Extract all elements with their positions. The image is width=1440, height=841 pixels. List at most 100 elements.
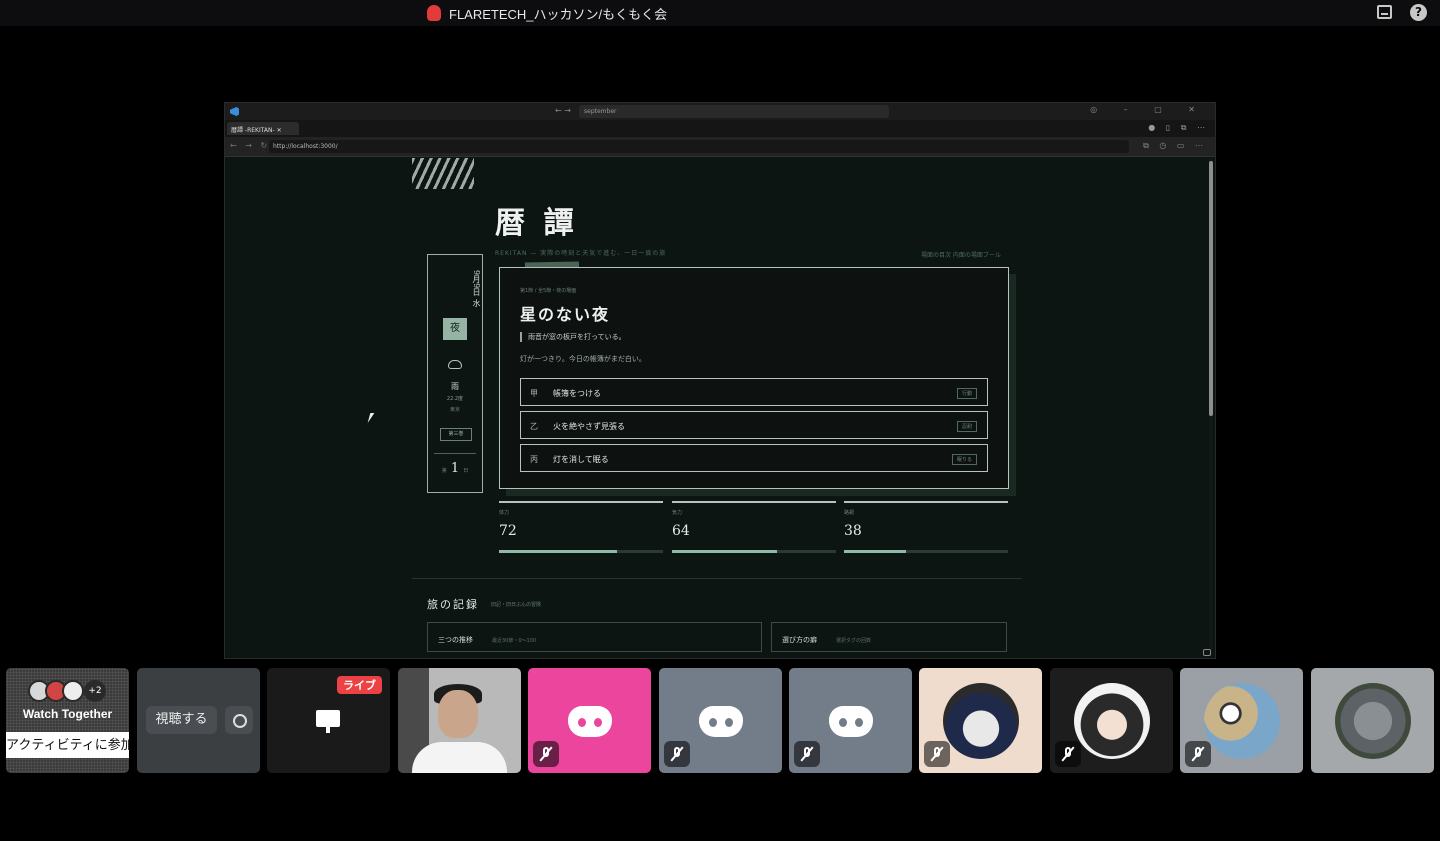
stat-stamina: 体力 72 (499, 501, 663, 553)
participant-shirt (412, 742, 507, 773)
day-side-card: 9月9日 水 夜 雨 22.2度 東京 第三巻 第 1 日 (427, 254, 483, 493)
page-scrollbar[interactable] (1209, 159, 1213, 649)
koala-avatar (1335, 683, 1411, 759)
choice-button[interactable]: 丙 灯を消して眠る 眠りる (520, 444, 988, 472)
section-divider (412, 578, 1022, 579)
stat-label: 気力 (672, 510, 683, 516)
avatar (62, 680, 84, 702)
participant-tile[interactable] (659, 668, 782, 773)
stat-label: 路銀 (844, 510, 855, 516)
discord-avatar-icon (829, 706, 873, 737)
choice-label: 火を絶やさず見張る (553, 422, 625, 431)
scene-card: 第1節 / 全5節・夜の場面 星のない夜 雨音が窓の板戸を打っている。 灯が一つ… (499, 267, 1009, 489)
tab-actions[interactable]: ● ▯ ⧉ ⋯ (1148, 123, 1209, 133)
log-card-title: 三つの推移 (438, 636, 473, 644)
time-of-day-badge: 夜 (443, 318, 467, 340)
weather-label: 雨 (451, 382, 459, 391)
stat-bar (844, 550, 1008, 553)
stat-bar-fill (844, 550, 907, 553)
join-activity-button[interactable]: アクティビティに参加 (6, 732, 129, 758)
mouse-cursor-icon (367, 413, 375, 423)
extra-count-badge: +2 (84, 680, 106, 702)
chapter-badge: 第三巻 (440, 428, 472, 441)
browser-nav-icons[interactable]: ← → ↻ (230, 141, 270, 150)
command-center[interactable]: september (579, 105, 889, 118)
watch-stream-button[interactable]: 視聴する (146, 706, 217, 734)
stat-bar (499, 550, 663, 553)
status-icon (1203, 649, 1211, 656)
stream-preview-tile[interactable]: 視聴する (137, 668, 260, 773)
eye (839, 718, 847, 727)
muted-mic-icon (1185, 741, 1211, 767)
choice-label: 灯を消して眠る (553, 455, 609, 464)
log-subtitle: 旧記・旧日ぶんの冒険 (491, 602, 542, 608)
camera-tile[interactable] (398, 668, 521, 773)
scene-text-1: 雨音が窓の板戸を打っている。 (520, 332, 626, 342)
muted-mic-icon (533, 741, 559, 767)
eye (594, 718, 602, 727)
eye (725, 718, 733, 727)
choice-tag: 行動 (956, 388, 977, 399)
inbox-icon[interactable] (1377, 5, 1392, 19)
temperature-label: 22.2度 (446, 396, 464, 402)
participant-tile[interactable] (919, 668, 1042, 773)
screen-share-stream[interactable]: ← → september ◎ – ▢ ✕ 暦譚 -REKITAN- ✕ ● ▯… (224, 102, 1216, 659)
participant-tile[interactable] (789, 668, 912, 773)
flame-server-icon (427, 5, 441, 21)
place-label: 東京 (449, 407, 460, 413)
stat-value: 72 (499, 523, 517, 539)
participant-tile[interactable] (1050, 668, 1173, 773)
eye (855, 718, 863, 727)
add-stream-icon[interactable] (225, 706, 253, 734)
girl-avatar (1074, 683, 1150, 759)
scene-text-2: 灯が一つきり。今日の帳簿がまだ白い。 (520, 355, 646, 363)
discord-avatar-icon (568, 706, 612, 737)
live-stream-tile[interactable]: ライブ (267, 668, 390, 773)
stat-bar-fill (499, 550, 618, 553)
page-subtitle: REKITAN — 実際の時刻と天気で進む、一日一頁の旅 (495, 250, 667, 257)
activity-title: Watch Together (22, 707, 113, 721)
log-card-subtitle: 選択タグの回数 (836, 638, 872, 644)
browser-tab[interactable]: 暦譚 -REKITAN- ✕ (227, 122, 299, 135)
browser-url-bar: ← → ↻ http://localhost:3000/ ⧉ ◷ ▭ ⋯ (225, 137, 1215, 157)
choice-button[interactable]: 甲 帳簿をつける 行動 (520, 378, 988, 406)
page-subtitle-right: 場面の目次 内面の場面ブール (921, 252, 1001, 259)
vscode-icon (230, 107, 239, 116)
participant-face (438, 690, 478, 738)
nav-arrows-icon[interactable]: ← → (555, 106, 571, 115)
participant-tile[interactable] (1180, 668, 1303, 773)
vscode-titlebar: ← → september ◎ – ▢ ✕ (225, 103, 1215, 120)
web-page: 暦 譚 REKITAN — 実際の時刻と天気で進む、一日一頁の旅 場面の目次 内… (225, 158, 1209, 658)
decor-stripes (412, 158, 474, 189)
stat-value: 38 (844, 523, 862, 539)
log-card: 選び方の癖 選択タグの回数 (771, 622, 1007, 652)
choice-label: 帳簿をつける (553, 389, 601, 398)
stat-bar (672, 550, 836, 553)
choice-tag: 眠りる (951, 454, 977, 465)
watch-together-tile[interactable]: +2 Watch Together アクティビティに参加 (6, 668, 129, 773)
muted-mic-icon (1055, 741, 1081, 767)
window-titlebar: FLARETECH_ハッカソン/もくもく会 ? (0, 0, 1440, 26)
shark-avatar (943, 683, 1019, 759)
participant-tile[interactable] (528, 668, 651, 773)
discord-avatar-icon (699, 706, 743, 737)
live-badge: ライブ (337, 676, 382, 694)
log-card-subtitle: 最近30節・0〜100 (492, 638, 537, 644)
window-controls[interactable]: ◎ – ▢ ✕ (1090, 105, 1207, 114)
url-actions[interactable]: ⧉ ◷ ▭ ⋯ (1143, 141, 1207, 151)
url-field[interactable]: http://localhost:3000/ (269, 140, 1129, 153)
log-card-title: 選び方の癖 (782, 636, 817, 644)
choice-button[interactable]: 乙 火を絶やさず見張る 忍耐 (520, 411, 988, 439)
tab-label: 暦譚 -REKITAN- (231, 127, 275, 134)
screen-share-icon (316, 710, 340, 733)
divider (434, 453, 476, 454)
choice-mark: 丙 (530, 455, 538, 464)
scrollbar-thumb[interactable] (1209, 161, 1213, 416)
help-icon[interactable]: ? (1410, 4, 1427, 21)
window-title: FLARETECH_ハッカソン/もくもく会 (449, 7, 668, 22)
participant-tile[interactable] (1311, 668, 1434, 773)
eye (578, 718, 586, 727)
muted-mic-icon (924, 741, 950, 767)
choice-tag: 忍耐 (956, 421, 977, 432)
stat-value: 64 (672, 523, 690, 539)
